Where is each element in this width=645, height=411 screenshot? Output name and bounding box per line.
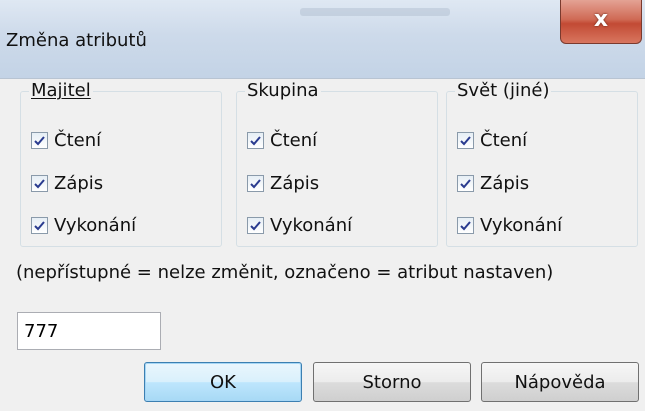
attributes-note: (nepřístupné = nelze změnit, označeno = …	[16, 262, 554, 283]
world-execute-checkbox[interactable]: Vykonání	[457, 215, 562, 236]
group-world-label: Svět (jiné)	[455, 80, 552, 101]
checkbox-checked-icon[interactable]	[247, 217, 264, 234]
group-write-checkbox[interactable]: Zápis	[247, 173, 319, 194]
checkbox-label: Vykonání	[54, 215, 137, 236]
owner-write-checkbox[interactable]: Zápis	[31, 173, 103, 194]
group-execute-checkbox[interactable]: Vykonání	[247, 215, 352, 236]
title-bar-decoration	[300, 8, 450, 16]
dialog-title: Změna atributů	[6, 30, 147, 51]
checkbox-checked-icon[interactable]	[31, 132, 48, 149]
checkbox-checked-icon[interactable]	[31, 175, 48, 192]
checkbox-checked-icon[interactable]	[247, 132, 264, 149]
checkbox-checked-icon[interactable]	[457, 175, 474, 192]
group-group-label: Skupina	[245, 80, 321, 101]
group-owner: Majitel Čtení Zápis Vykonání	[20, 80, 222, 247]
change-attributes-dialog: Změna atributů x Majitel Čtení Zápis Vyk…	[0, 0, 645, 411]
group-group: Skupina Čtení Zápis Vykonání	[236, 80, 438, 247]
checkbox-checked-icon[interactable]	[247, 175, 264, 192]
checkbox-label: Vykonání	[480, 215, 563, 236]
checkbox-checked-icon[interactable]	[457, 132, 474, 149]
checkbox-label: Zápis	[54, 173, 104, 194]
checkbox-label: Čtení	[54, 130, 102, 151]
checkbox-label: Čtení	[480, 130, 528, 151]
checkbox-label: Zápis	[480, 173, 530, 194]
close-icon: x	[593, 7, 609, 32]
group-read-checkbox[interactable]: Čtení	[247, 130, 317, 151]
checkbox-label: Zápis	[270, 173, 320, 194]
checkbox-label: Vykonání	[270, 215, 353, 236]
owner-read-checkbox[interactable]: Čtení	[31, 130, 101, 151]
group-world: Svět (jiné) Čtení Zápis Vykonání	[446, 80, 638, 247]
world-write-checkbox[interactable]: Zápis	[457, 173, 529, 194]
checkbox-checked-icon[interactable]	[31, 217, 48, 234]
octal-attributes-input[interactable]	[17, 312, 161, 350]
close-button[interactable]: x	[560, 0, 642, 44]
ok-button[interactable]: OK	[144, 362, 302, 402]
title-bar[interactable]: Změna atributů x	[0, 0, 645, 78]
world-read-checkbox[interactable]: Čtení	[457, 130, 527, 151]
group-owner-label: Majitel	[29, 80, 93, 101]
checkbox-label: Čtení	[270, 130, 318, 151]
checkbox-checked-icon[interactable]	[457, 217, 474, 234]
cancel-button[interactable]: Storno	[313, 362, 471, 402]
owner-execute-checkbox[interactable]: Vykonání	[31, 215, 136, 236]
help-button[interactable]: Nápověda	[481, 362, 639, 402]
